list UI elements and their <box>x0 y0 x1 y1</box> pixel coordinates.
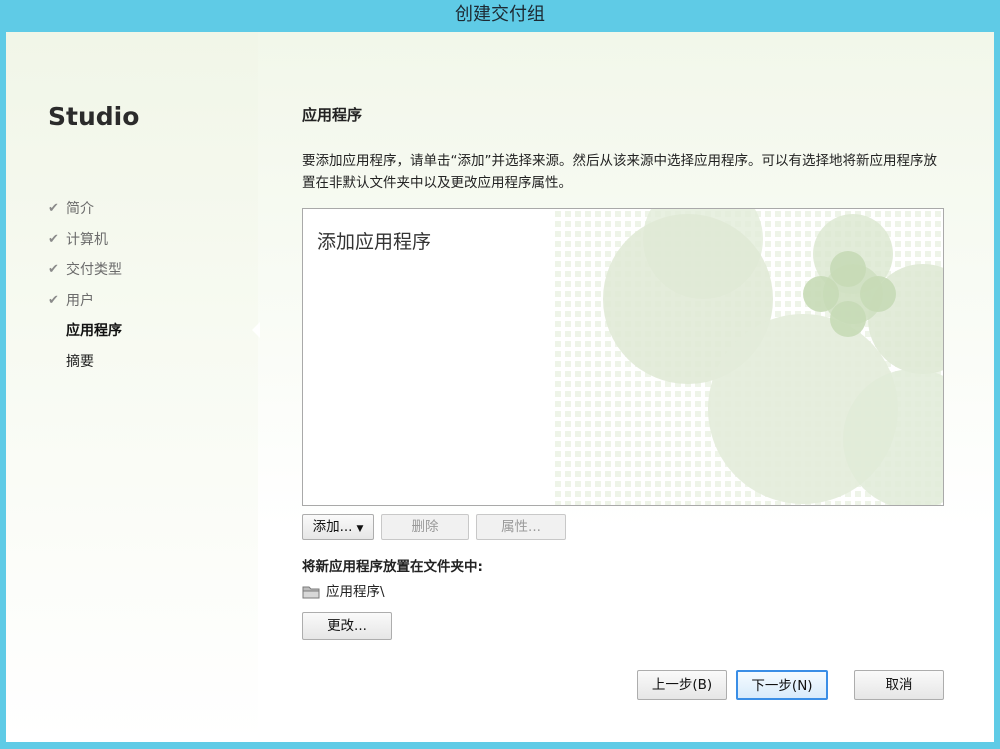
add-button[interactable]: 添加... ▼ <box>302 514 374 540</box>
add-applications-placeholder: 添加应用程序 <box>317 231 432 253</box>
check-icon: ✔ <box>48 231 59 247</box>
chevron-down-icon: ▼ <box>356 524 364 534</box>
step-label: 摘要 <box>66 353 94 370</box>
wizard-window: Studio ✔ 简介 ✔ 计算机 ✔ 交付类型 ✔ 用户 应用程序 摘要 应用… <box>6 32 994 742</box>
window-title: 创建交付组 <box>455 4 545 25</box>
step-applications: 应用程序 <box>48 320 122 351</box>
properties-button[interactable]: 属性... <box>476 514 566 540</box>
delete-button[interactable]: 删除 <box>381 514 469 540</box>
folder-label: 将新应用程序放置在文件夹中: <box>302 559 483 575</box>
step-label: 交付类型 <box>66 262 122 278</box>
step-users: ✔ 用户 <box>48 290 122 321</box>
check-icon: ✔ <box>48 292 59 308</box>
wizard-steps: ✔ 简介 ✔ 计算机 ✔ 交付类型 ✔ 用户 应用程序 摘要 <box>48 198 122 381</box>
folder-path: 应用程序\ <box>302 582 385 602</box>
step-label: 应用程序 <box>66 323 122 339</box>
check-icon: ✔ <box>48 201 59 216</box>
back-button[interactable]: 上一步(B) <box>637 670 727 700</box>
cancel-button[interactable]: 取消 <box>854 670 944 700</box>
step-label: 用户 <box>66 292 94 309</box>
section-description: 要添加应用程序，请单击“添加”并选择来源。然后从该来源中选择应用程序。可以有选择… <box>302 153 937 191</box>
section-title: 应用程序 <box>302 106 363 124</box>
step-delivery-type: ✔ 交付类型 <box>48 259 122 290</box>
step-summary: 摘要 <box>48 351 122 382</box>
product-title: Studio <box>48 102 140 131</box>
wizard-sidebar: Studio ✔ 简介 ✔ 计算机 ✔ 交付类型 ✔ 用户 应用程序 摘要 <box>6 32 258 742</box>
step-intro: ✔ 简介 <box>48 198 122 229</box>
step-label: 计算机 <box>66 231 108 248</box>
next-button[interactable]: 下一步(N) <box>736 670 828 700</box>
step-machines: ✔ 计算机 <box>48 229 122 260</box>
application-list[interactable]: 添加应用程序 <box>302 208 944 506</box>
add-button-label: 添加... <box>312 519 353 535</box>
folder-path-text: 应用程序\ <box>326 584 385 600</box>
check-icon: ✔ <box>48 262 59 277</box>
step-label: 简介 <box>66 201 94 217</box>
folder-icon <box>302 586 320 599</box>
change-folder-button[interactable]: 更改... <box>302 612 392 640</box>
